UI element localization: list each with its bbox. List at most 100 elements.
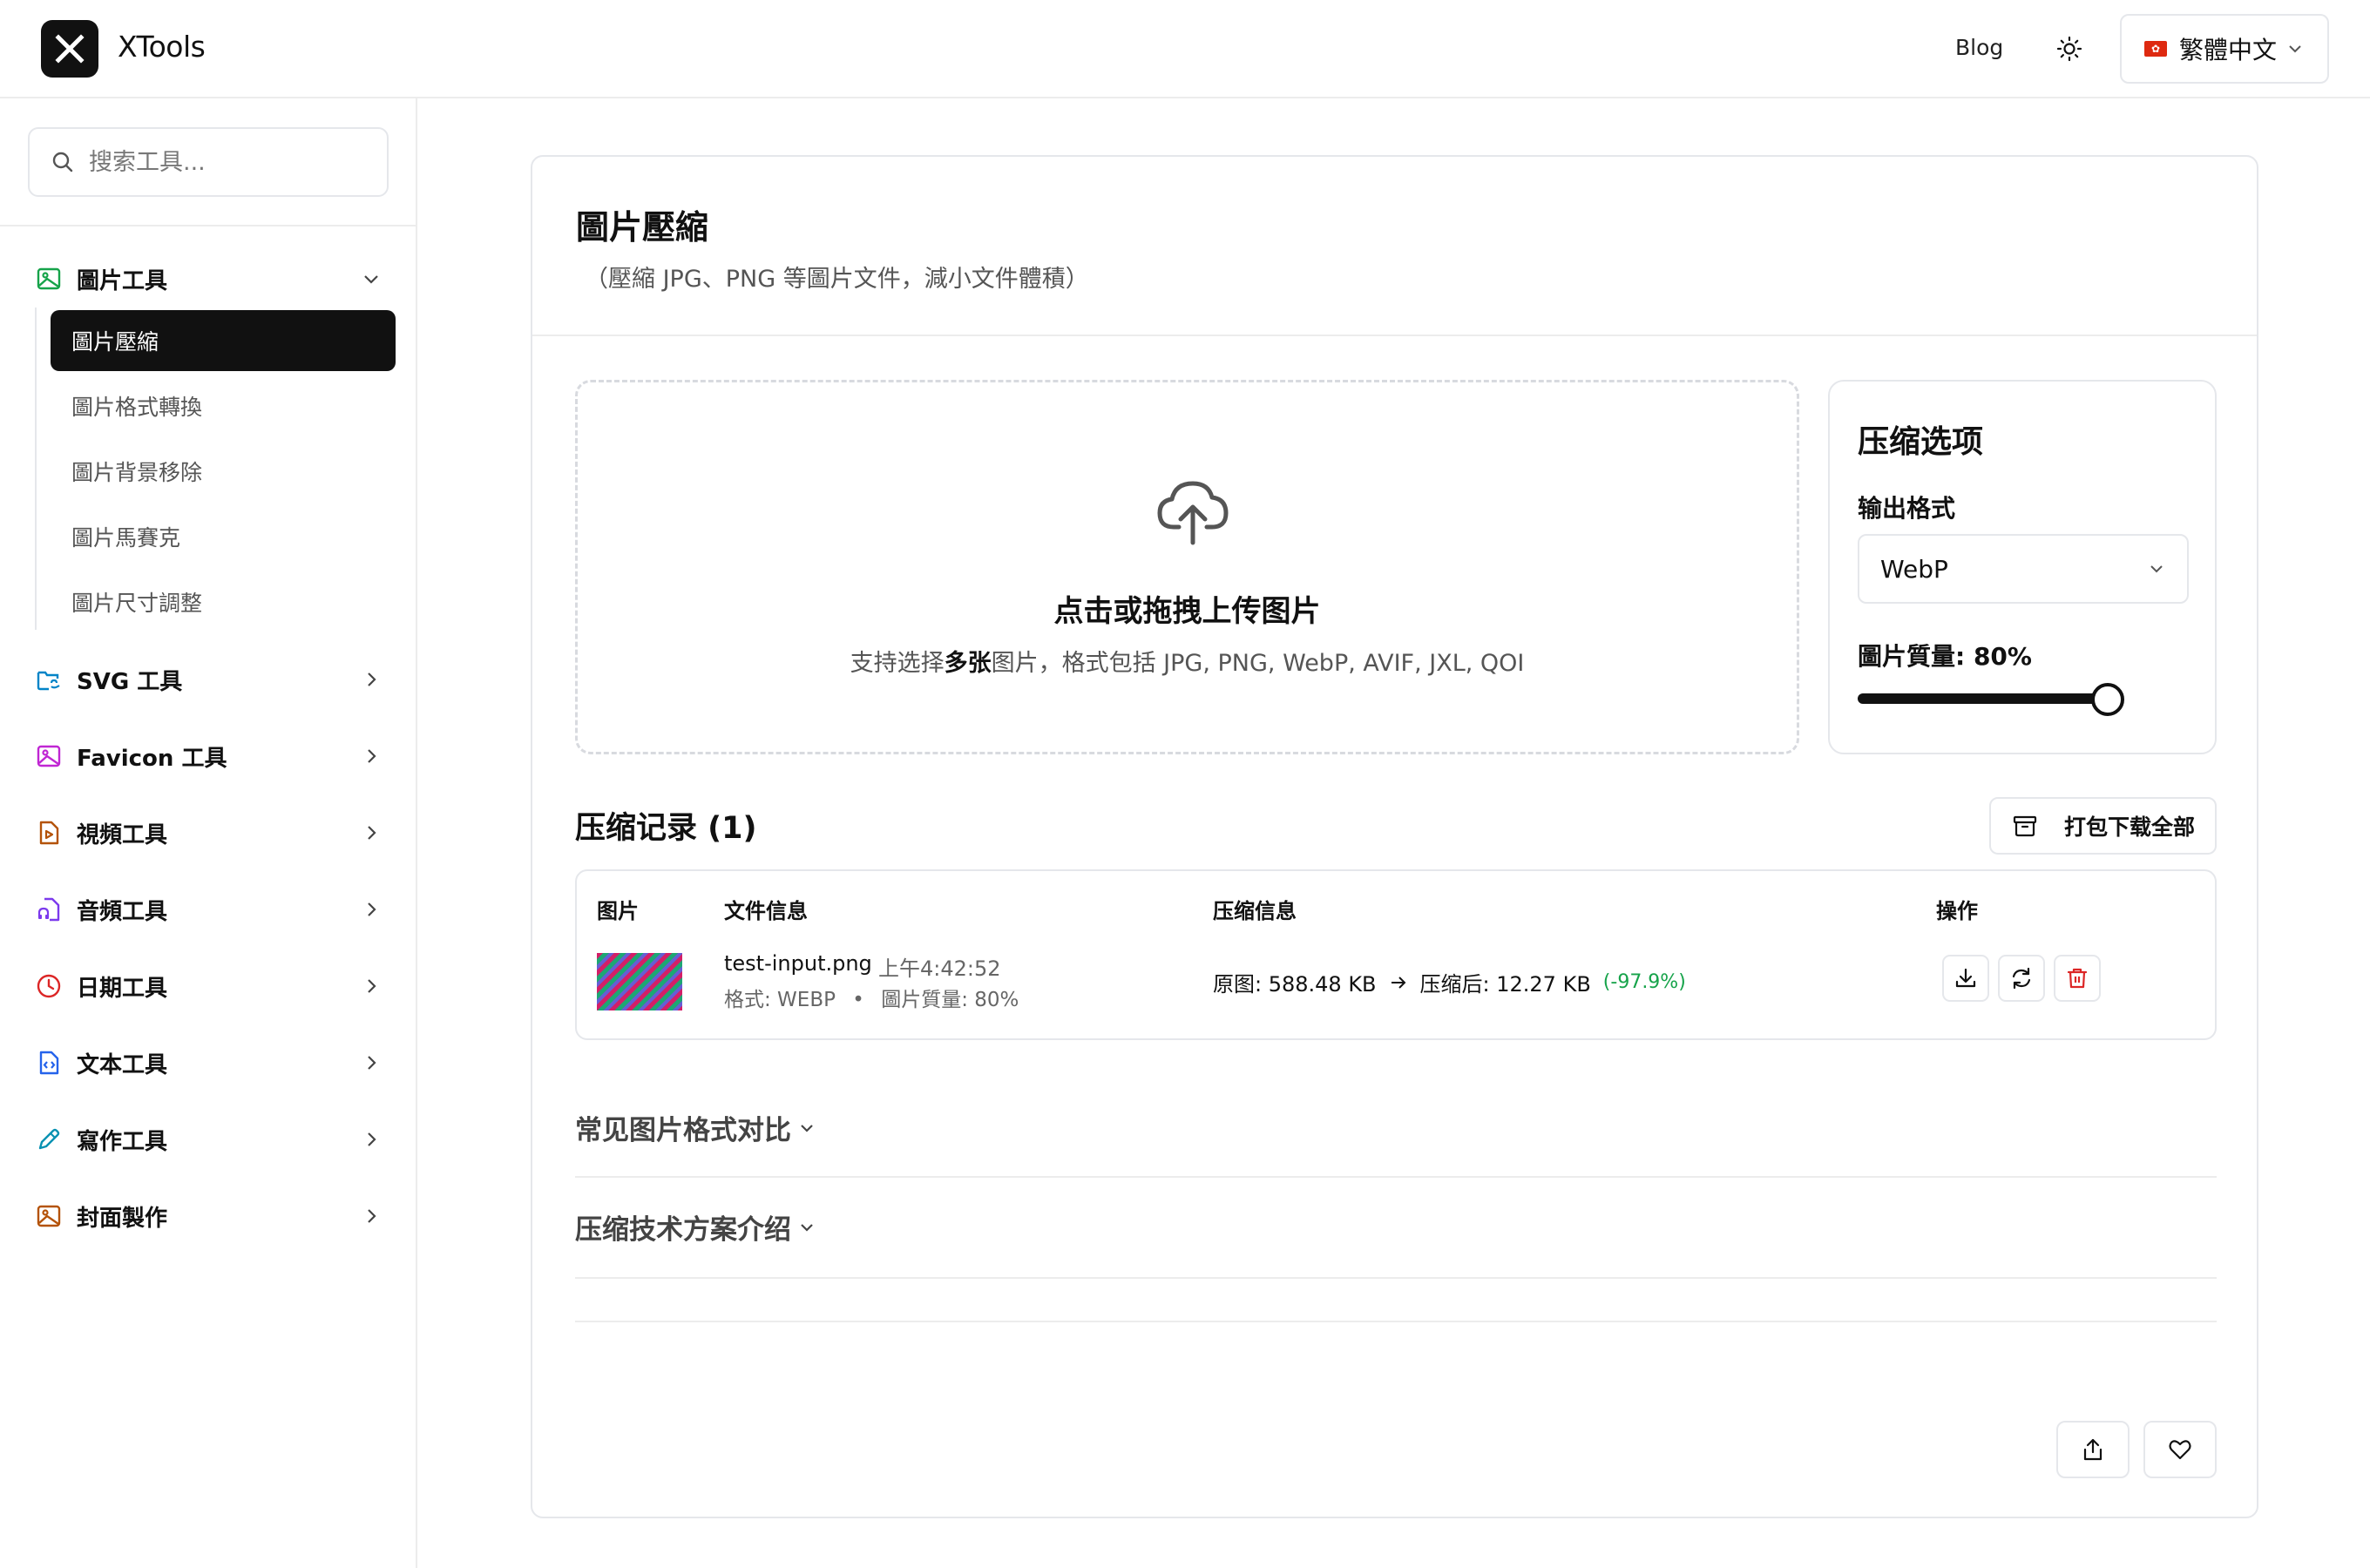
share-button[interactable] [2056, 1421, 2130, 1478]
app-name[interactable]: XTools [118, 30, 206, 64]
column-header-actions: 操作 [1936, 899, 1978, 923]
file-quality: 圖片質量: 80% [881, 989, 1019, 1011]
video-file-icon [35, 819, 63, 847]
sidebar-category-image-tools[interactable]: 圖片工具 [35, 257, 383, 301]
upload-dropzone[interactable]: 点击或拖拽上传图片 支持选择多张图片，格式包括 JPG, PNG, WebP, … [575, 380, 1799, 754]
sidebar-category-label: 寫作工具 [77, 1128, 168, 1155]
blog-link[interactable]: Blog [1955, 35, 2003, 60]
search-box[interactable] [28, 127, 389, 197]
sidebar-item-image-mosaic[interactable]: 圖片馬賽克 [51, 506, 396, 567]
x-logo-icon [55, 34, 85, 64]
archive-icon [2013, 815, 2037, 837]
sidebar-item-image-convert[interactable]: 圖片格式轉換 [51, 375, 396, 436]
chevron-down-icon [2150, 565, 2163, 573]
records-title: 压缩记录 (1) [575, 811, 757, 846]
sidebar-category-svg-tools[interactable]: SVG 工具 [35, 658, 383, 701]
page-subtitle: （壓縮 JPG、PNG 等圖片文件，減小文件體積） [585, 266, 1089, 293]
tool-card: 圖片壓縮 （壓縮 JPG、PNG 等圖片文件，減小文件體積） 点击或拖拽上传图片… [531, 155, 2258, 1518]
sun-icon [2056, 36, 2082, 62]
refresh-icon [2012, 967, 2031, 990]
accordion-title: 常见图片格式对比 [575, 1108, 817, 1147]
sidebar-category-label: 視頻工具 [77, 821, 168, 848]
accordion-format-comparison[interactable]: 常见图片格式对比 [575, 1080, 2217, 1178]
image-thumbnail [597, 953, 682, 1010]
xtools-logo[interactable] [41, 20, 98, 78]
clock-icon [35, 972, 63, 1000]
sidebar: 圖片工具 圖片壓縮 圖片格式轉換 圖片背景移除 圖片馬賽克 圖片尺寸調整 SVG… [0, 98, 417, 1568]
arrow-right-icon [1391, 976, 1405, 989]
compression-info: 原图: 588.48 KB 压缩后: 12.27 KB (-97.9%) [1213, 967, 1686, 997]
column-header-file-info: 文件信息 [724, 899, 808, 923]
file-format: 格式: WEBP [724, 989, 836, 1011]
heart-icon [2169, 1440, 2191, 1460]
recompress-button[interactable] [1998, 955, 2045, 1002]
sidebar-category-video-tools[interactable]: 視頻工具 [35, 811, 383, 855]
upload-hint-prefix: 支持选择 [850, 650, 945, 677]
code-file-icon [35, 1049, 63, 1077]
output-format-select[interactable]: WebP [1858, 534, 2189, 604]
sidebar-category-label: 日期工具 [77, 975, 168, 1002]
chevron-right-icon [359, 974, 383, 998]
sidebar-category-label: SVG 工具 [77, 668, 183, 695]
quality-slider-track[interactable] [1858, 693, 2110, 704]
card-divider [532, 335, 2257, 336]
accordion-format-comparison-label: 常见图片格式对比 [575, 1115, 791, 1146]
favorite-button[interactable] [2143, 1421, 2217, 1478]
chevron-right-icon [359, 897, 383, 922]
file-name: test-input.png [724, 951, 872, 976]
accordion-compression-tech[interactable]: 压缩技术方案介绍 [575, 1179, 2217, 1279]
sidebar-category-label: 封面製作 [77, 1205, 168, 1232]
compression-options-panel: 压缩选项 输出格式 WebP 圖片質量: 80% [1828, 380, 2217, 754]
chevron-right-icon [359, 1204, 383, 1228]
delete-button[interactable] [2054, 955, 2101, 1002]
top-header: XTools Blog ✿ 繁體中文 [0, 0, 2370, 98]
trash-icon [2067, 968, 2088, 989]
quality-slider-thumb[interactable] [2091, 683, 2124, 716]
language-selector[interactable]: ✿ 繁體中文 [2120, 14, 2329, 84]
sidebar-category-favicon-tools[interactable]: Favicon 工具 [35, 734, 383, 778]
download-icon [1955, 968, 1976, 988]
sidebar-category-date-tools[interactable]: 日期工具 [35, 964, 383, 1008]
hk-flag-icon: ✿ [2144, 41, 2167, 57]
upload-hint-suffix: 图片，格式包括 JPG, PNG, WebP, AVIF, JXL, QOI [991, 650, 1525, 677]
sidebar-category-writing-tools[interactable]: 寫作工具 [35, 1118, 383, 1161]
download-all-zip-button[interactable]: 打包下载全部 [1989, 797, 2217, 855]
sidebar-divider [0, 225, 416, 226]
audio-file-icon [35, 896, 63, 923]
accordion-title: 压缩技术方案介绍 [575, 1207, 817, 1247]
file-meta: 格式: WEBP • 圖片質量: 80% [724, 983, 1019, 1012]
chevron-down-icon [2289, 45, 2301, 53]
page-title: 圖片壓縮 [576, 208, 709, 247]
sidebar-item-background-remove[interactable]: 圖片背景移除 [51, 441, 396, 502]
options-title: 压缩选项 [1858, 424, 1984, 460]
output-format-value: WebP [1880, 554, 1948, 584]
image-icon [35, 265, 63, 293]
content-divider [575, 1281, 2217, 1322]
original-size: 原图: 588.48 KB [1213, 972, 1377, 997]
language-label: 繁體中文 [2179, 36, 2278, 64]
cover-image-icon [35, 1202, 63, 1230]
sidebar-item-image-compress[interactable]: 圖片壓縮 [51, 310, 396, 371]
upload-hint: 支持选择多张图片，格式包括 JPG, PNG, WebP, AVIF, JXL,… [578, 644, 1797, 678]
accordion-compression-tech-label: 压缩技术方案介绍 [575, 1214, 791, 1246]
compressed-size: 压缩后: 12.27 KB [1419, 972, 1591, 997]
sidebar-category-label: 音頻工具 [77, 898, 168, 925]
compression-ratio: (-97.9%) [1602, 971, 1686, 993]
download-button[interactable] [1942, 955, 1989, 1002]
column-header-compress-info: 压缩信息 [1213, 899, 1297, 923]
download-all-label: 打包下载全部 [2064, 814, 2196, 840]
sidebar-category-text-tools[interactable]: 文本工具 [35, 1041, 383, 1085]
sidebar-category-label: 文本工具 [77, 1051, 168, 1078]
svg-folder-icon [35, 666, 63, 693]
sidebar-item-image-resize[interactable]: 圖片尺寸調整 [51, 571, 396, 632]
cloud-upload-icon [1157, 481, 1229, 545]
search-icon [52, 152, 73, 172]
search-input[interactable] [89, 148, 368, 176]
sidebar-category-label: Favicon 工具 [77, 745, 227, 772]
sidebar-category-audio-tools[interactable]: 音頻工具 [35, 888, 383, 931]
sidebar-category-label: 圖片工具 [77, 267, 168, 294]
chevron-down-icon [801, 1223, 813, 1232]
theme-toggle-button[interactable] [2052, 31, 2087, 66]
file-time: 上午4:42:52 [878, 956, 1001, 981]
sidebar-category-cover-maker[interactable]: 封面製作 [35, 1194, 383, 1238]
